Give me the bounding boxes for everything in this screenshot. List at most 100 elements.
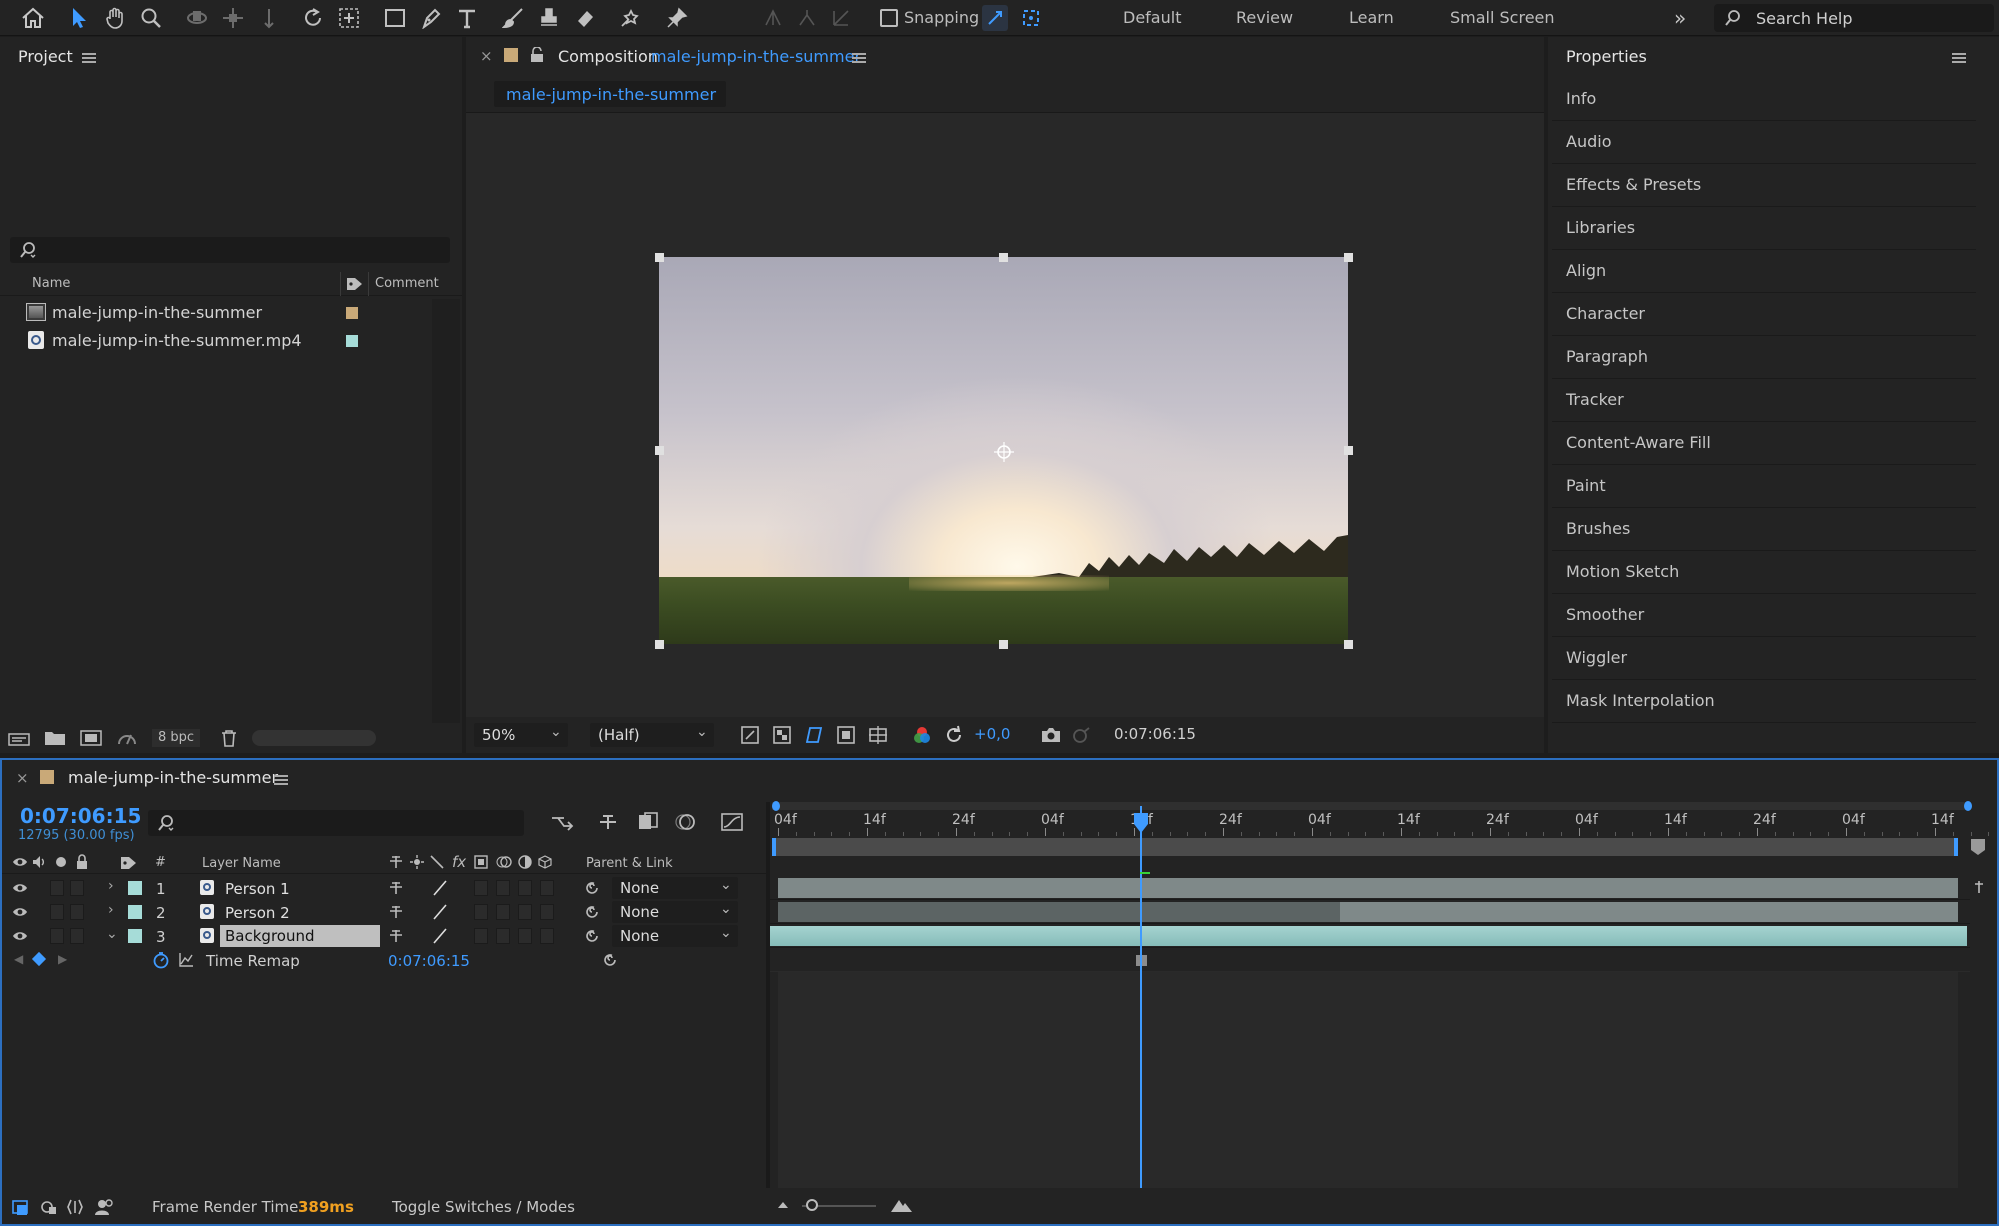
shy-switch-icon[interactable] bbox=[388, 881, 404, 895]
solo-switch[interactable] bbox=[50, 880, 64, 896]
effects-switch[interactable] bbox=[474, 928, 488, 944]
timeline-search-input[interactable] bbox=[148, 810, 524, 836]
add-keyframe-icon[interactable] bbox=[31, 951, 47, 967]
motion-blur-switch[interactable] bbox=[518, 880, 532, 896]
grid-guides-icon[interactable] bbox=[868, 725, 888, 745]
expand-chevron-icon[interactable]: › bbox=[108, 902, 114, 918]
lock-switch[interactable] bbox=[70, 880, 84, 896]
properties-item-smoother[interactable]: Smoother bbox=[1552, 595, 1976, 637]
stopwatch-icon[interactable] bbox=[152, 951, 170, 969]
properties-item-mask-interpolation[interactable]: Mask Interpolation bbox=[1552, 681, 1976, 723]
new-folder-icon[interactable] bbox=[44, 729, 66, 747]
transfer-controls-icon[interactable] bbox=[40, 1198, 58, 1216]
frame-blend-switch-icon[interactable] bbox=[474, 855, 488, 869]
properties-item-info[interactable]: Info bbox=[1552, 79, 1976, 121]
frame-blend-switch[interactable] bbox=[496, 928, 510, 944]
properties-item-tracker[interactable]: Tracker bbox=[1552, 380, 1976, 422]
new-composition-icon[interactable] bbox=[80, 729, 102, 747]
layer-row-background[interactable]: ⌄ 3 Background None ⌄ bbox=[2, 924, 768, 948]
project-menu-icon[interactable] bbox=[82, 53, 96, 63]
expand-chevron-icon[interactable]: › bbox=[108, 878, 114, 894]
mask-visibility-icon[interactable] bbox=[804, 725, 824, 745]
dolly-camera-icon[interactable] bbox=[252, 2, 286, 34]
fast-previews-icon[interactable] bbox=[740, 725, 760, 745]
zoom-out-icon[interactable] bbox=[776, 1198, 790, 1212]
pick-whip-icon[interactable] bbox=[584, 928, 600, 944]
workspace-default[interactable]: Default bbox=[1123, 8, 1181, 27]
composition-tab[interactable]: male-jump-in-the-summer bbox=[494, 81, 726, 107]
label-color-swatch[interactable] bbox=[128, 881, 142, 895]
color-depth-button[interactable]: 8 bpc bbox=[152, 729, 200, 747]
audio-speaker-icon[interactable] bbox=[32, 855, 48, 869]
column-comment[interactable]: Comment bbox=[375, 276, 439, 291]
properties-menu-icon[interactable] bbox=[1952, 53, 1966, 63]
anchor-point-icon[interactable] bbox=[992, 440, 1016, 464]
layer-bar-person-2-muted[interactable] bbox=[778, 902, 1340, 922]
motion-blur-switch-icon[interactable] bbox=[496, 855, 512, 869]
properties-item-paragraph[interactable]: Paragraph bbox=[1552, 337, 1976, 379]
video-eye-icon[interactable] bbox=[12, 929, 28, 943]
pan-camera-icon[interactable] bbox=[216, 2, 250, 34]
orbit-camera-icon[interactable] bbox=[180, 2, 214, 34]
label-tag-icon[interactable] bbox=[120, 855, 138, 871]
show-snapshot-icon[interactable] bbox=[1070, 725, 1092, 745]
3d-switch[interactable] bbox=[540, 928, 554, 944]
3d-switch[interactable] bbox=[540, 904, 554, 920]
composition-menu-icon[interactable] bbox=[852, 53, 866, 63]
motion-blur-switch[interactable] bbox=[518, 904, 532, 920]
exposure-value[interactable]: +0,0 bbox=[974, 725, 1010, 743]
quality-switch-icon[interactable] bbox=[432, 928, 448, 944]
transform-handle[interactable] bbox=[999, 253, 1008, 262]
lock-switch[interactable] bbox=[70, 904, 84, 920]
properties-item-brushes[interactable]: Brushes bbox=[1552, 509, 1976, 551]
lock-icon[interactable] bbox=[76, 854, 88, 870]
frame-blend-switch[interactable] bbox=[496, 880, 510, 896]
snap-edges-icon[interactable] bbox=[982, 5, 1008, 31]
label-color-swatch[interactable] bbox=[346, 307, 358, 319]
reset-exposure-icon[interactable] bbox=[944, 725, 964, 745]
layer-row-person-2[interactable]: › 2 Person 2 None ⌄ bbox=[2, 900, 768, 924]
layer-bar-person-2[interactable] bbox=[1340, 902, 1958, 922]
home-icon[interactable] bbox=[16, 2, 50, 34]
snap-features-icon[interactable] bbox=[1018, 5, 1044, 31]
expression-pick-whip-icon[interactable] bbox=[602, 952, 618, 968]
solo-icon[interactable] bbox=[56, 857, 66, 867]
layer-row-person-1[interactable]: › 1 Person 1 None ⌄ bbox=[2, 876, 768, 900]
toggle-switches-modes-button[interactable]: Toggle Switches / Modes bbox=[392, 1198, 575, 1216]
axis-world-icon[interactable] bbox=[790, 2, 824, 34]
project-settings-icon[interactable] bbox=[116, 729, 138, 747]
properties-item-character[interactable]: Character bbox=[1552, 294, 1976, 336]
properties-item-audio[interactable]: Audio bbox=[1552, 122, 1976, 164]
playhead-handle-icon[interactable] bbox=[1133, 812, 1149, 834]
type-tool-icon[interactable] bbox=[450, 2, 484, 34]
lock-icon[interactable] bbox=[530, 47, 544, 63]
resolution-dropdown[interactable]: (Half) ⌄ bbox=[590, 723, 714, 747]
roto-brush-icon[interactable] bbox=[614, 2, 648, 34]
column-parent-link[interactable]: Parent & Link bbox=[586, 856, 673, 871]
quality-switch-icon[interactable] bbox=[432, 904, 448, 920]
layer-bar-background[interactable] bbox=[770, 926, 1967, 946]
selection-tool-icon[interactable] bbox=[62, 2, 96, 34]
video-eye-icon[interactable] bbox=[12, 855, 28, 869]
playhead-line[interactable] bbox=[1140, 806, 1142, 1188]
properties-item-wiggler[interactable]: Wiggler bbox=[1552, 638, 1976, 680]
transform-handle[interactable] bbox=[655, 253, 664, 262]
properties-item-libraries[interactable]: Libraries bbox=[1552, 208, 1976, 250]
motion-blur-switch[interactable] bbox=[518, 928, 532, 944]
properties-item-motion-sketch[interactable]: Motion Sketch bbox=[1552, 552, 1976, 594]
transform-handle[interactable] bbox=[1344, 253, 1353, 262]
parent-dropdown[interactable]: None ⌄ bbox=[612, 925, 738, 947]
effects-switch[interactable] bbox=[474, 880, 488, 896]
pan-behind-icon[interactable] bbox=[332, 2, 366, 34]
transform-handle[interactable] bbox=[999, 640, 1008, 649]
comp-flowchart-icon[interactable] bbox=[550, 812, 574, 832]
prev-keyframe-icon[interactable]: ◀ bbox=[14, 952, 23, 966]
label-color-swatch[interactable] bbox=[128, 905, 142, 919]
3d-layer-icon[interactable] bbox=[538, 855, 552, 869]
effects-switch-icon[interactable]: fx bbox=[452, 853, 466, 871]
adjustment-layer-icon[interactable] bbox=[518, 855, 532, 869]
transparency-grid-icon[interactable] bbox=[772, 725, 792, 745]
zoom-tool-icon[interactable] bbox=[134, 2, 168, 34]
graph-icon[interactable] bbox=[178, 952, 194, 968]
timeline-graph[interactable]: 04f14f24f04f14f24f04f14f24f04f14f24f04f1… bbox=[770, 801, 1990, 1188]
